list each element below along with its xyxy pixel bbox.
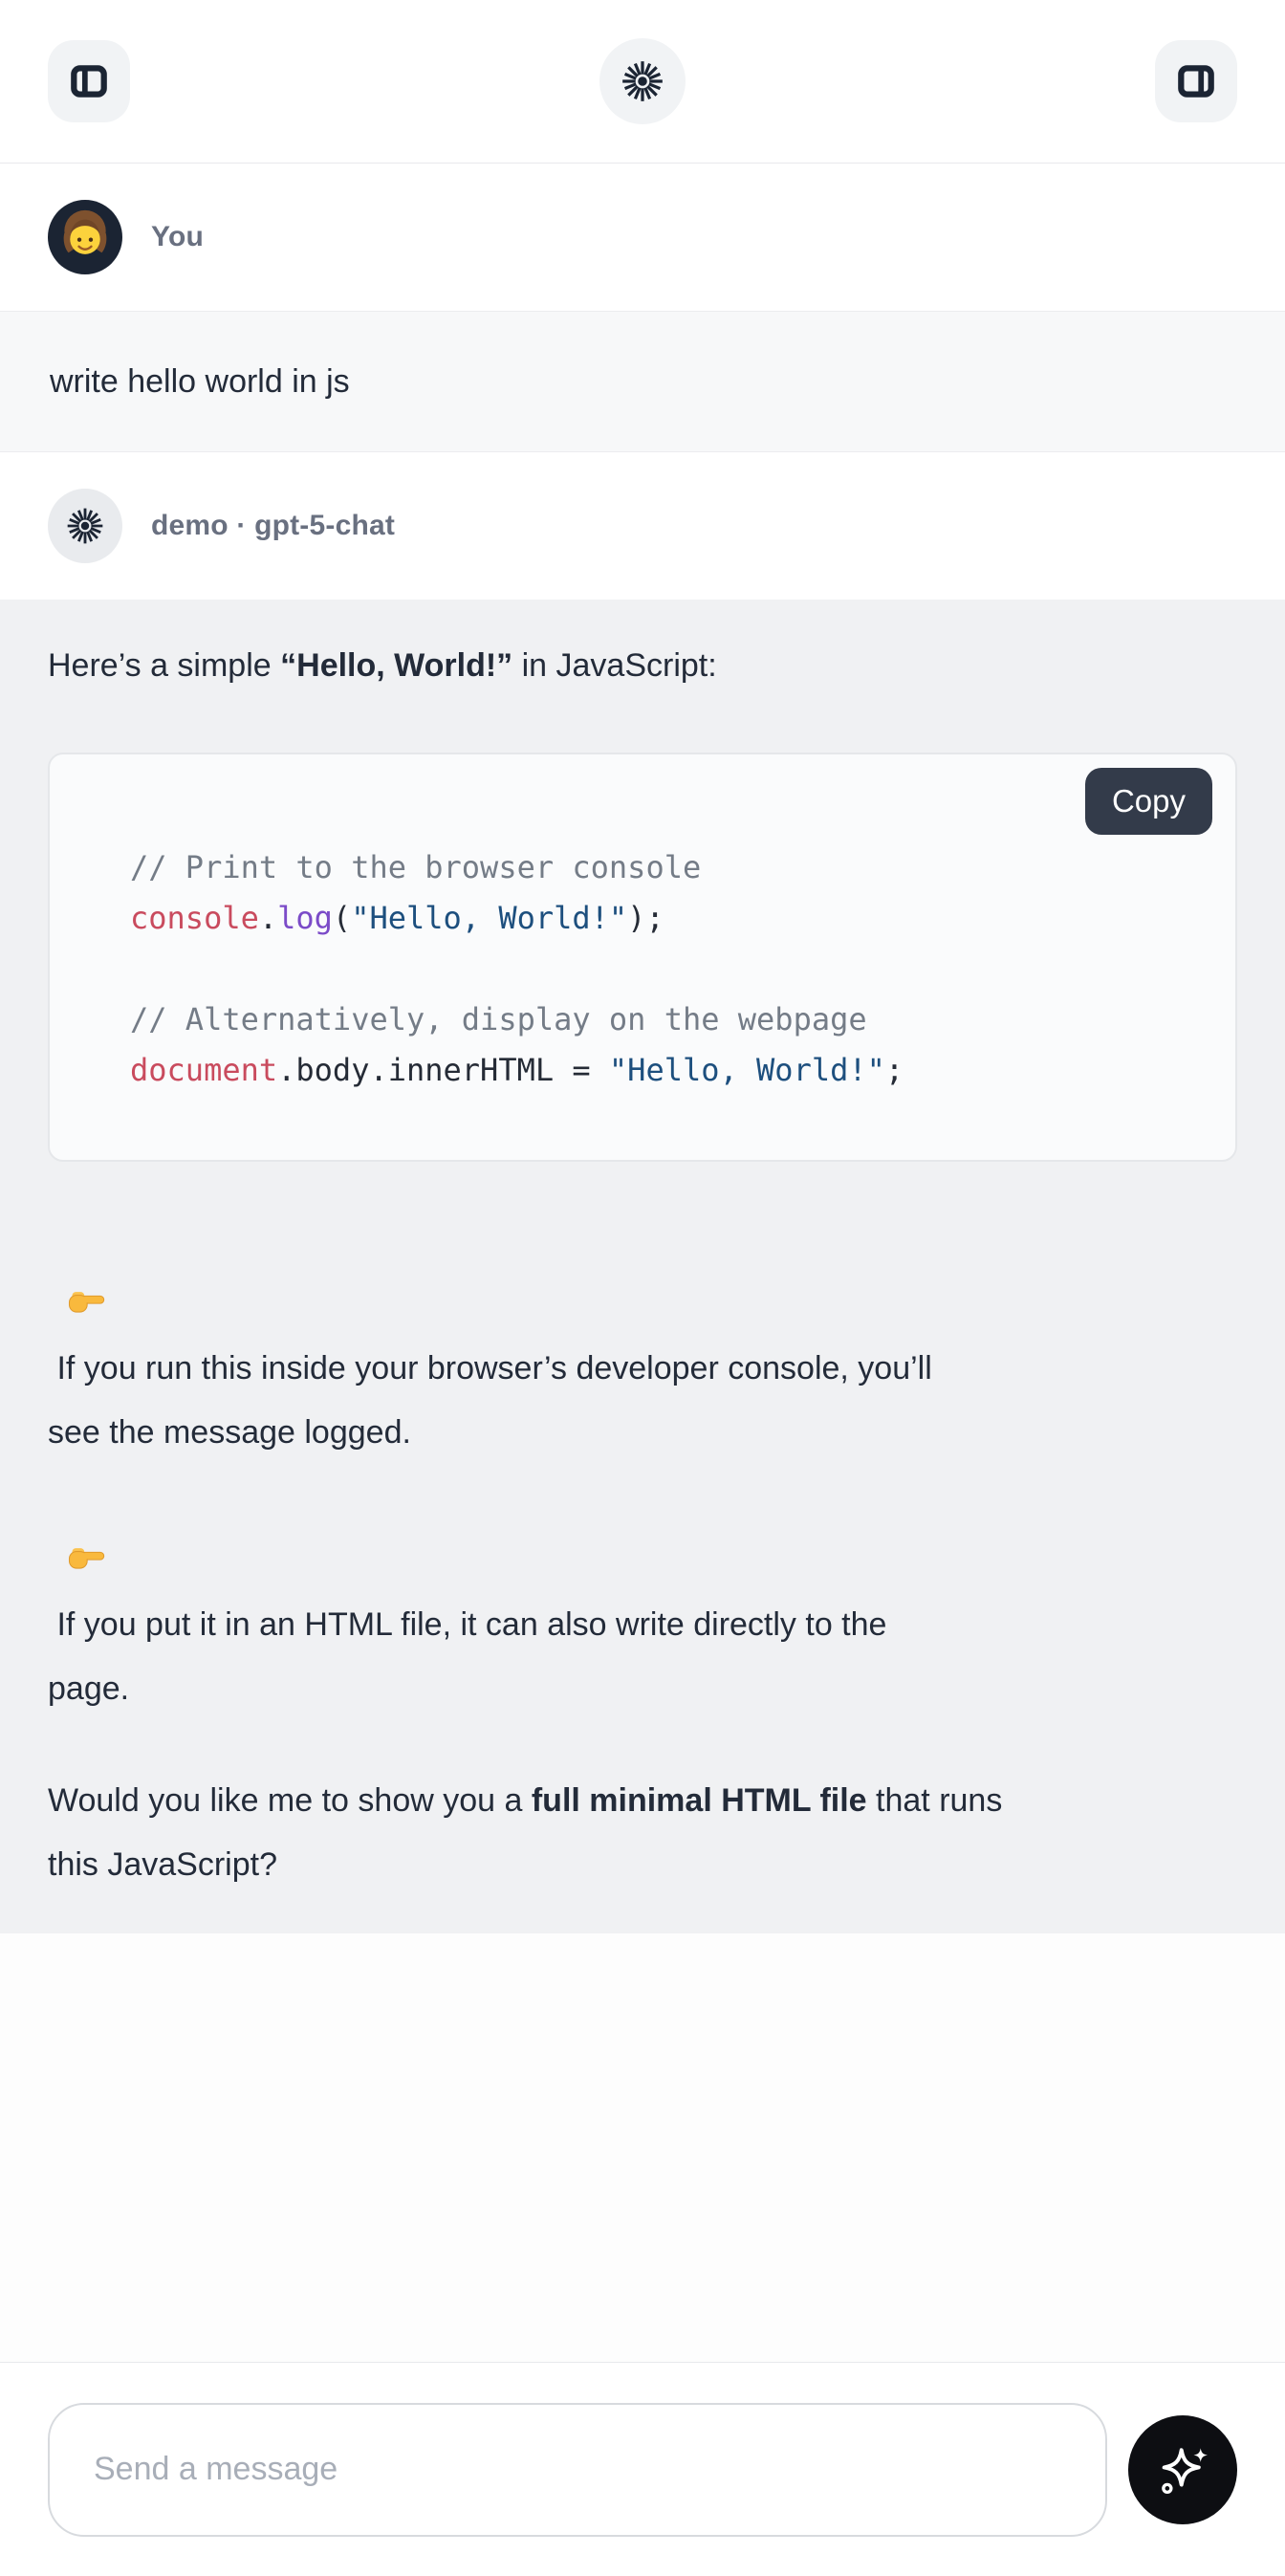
assistant-intro-text: Here’s a simple “Hello, World!” in JavaS… bbox=[48, 634, 1237, 698]
model-home-button[interactable] bbox=[599, 38, 686, 124]
send-button[interactable] bbox=[1128, 2415, 1237, 2524]
assistant-message: demo · gpt-5-chat Here’s a simple “Hello… bbox=[0, 452, 1285, 1933]
point-right-emoji-icon bbox=[66, 1538, 106, 1578]
point-right-emoji-icon bbox=[66, 1281, 106, 1321]
assistant-sender-label: demo · gpt-5-chat bbox=[151, 510, 395, 542]
assistant-avatar bbox=[48, 489, 122, 563]
sidebar-toggle-button[interactable] bbox=[48, 40, 130, 122]
assistant-question-text: Would you like me to show you a full min… bbox=[48, 1769, 1237, 1897]
code-content: // Print to the browser consoleconsole.l… bbox=[130, 842, 1212, 1096]
assistant-message-body: Here’s a simple “Hello, World!” in JavaS… bbox=[0, 600, 1285, 1933]
user-sender-label: You bbox=[151, 221, 204, 253]
user-message-text: write hello world in js bbox=[0, 311, 1285, 452]
user-message: You write hello world in js bbox=[0, 164, 1285, 452]
composer-bar bbox=[0, 2362, 1285, 2576]
code-block: Copy // Print to the browser consolecons… bbox=[48, 753, 1237, 1162]
copy-button[interactable]: Copy bbox=[1085, 768, 1212, 835]
top-bar bbox=[0, 0, 1285, 164]
user-avatar bbox=[48, 200, 122, 274]
panel-right-icon bbox=[1174, 59, 1218, 103]
starburst-icon bbox=[64, 505, 106, 547]
panel-left-icon bbox=[67, 59, 111, 103]
person-emoji-icon bbox=[48, 200, 122, 274]
sparkle-icon bbox=[1153, 2440, 1212, 2500]
assistant-tips-text: If you run this inside your browser’s de… bbox=[48, 1209, 1237, 1721]
chat-empty-area bbox=[0, 1933, 1285, 2362]
starburst-icon bbox=[619, 57, 666, 105]
right-panel-toggle-button[interactable] bbox=[1155, 40, 1237, 122]
assistant-message-header: demo · gpt-5-chat bbox=[0, 452, 1285, 600]
user-message-header: You bbox=[0, 164, 1285, 311]
message-input[interactable] bbox=[48, 2403, 1107, 2537]
